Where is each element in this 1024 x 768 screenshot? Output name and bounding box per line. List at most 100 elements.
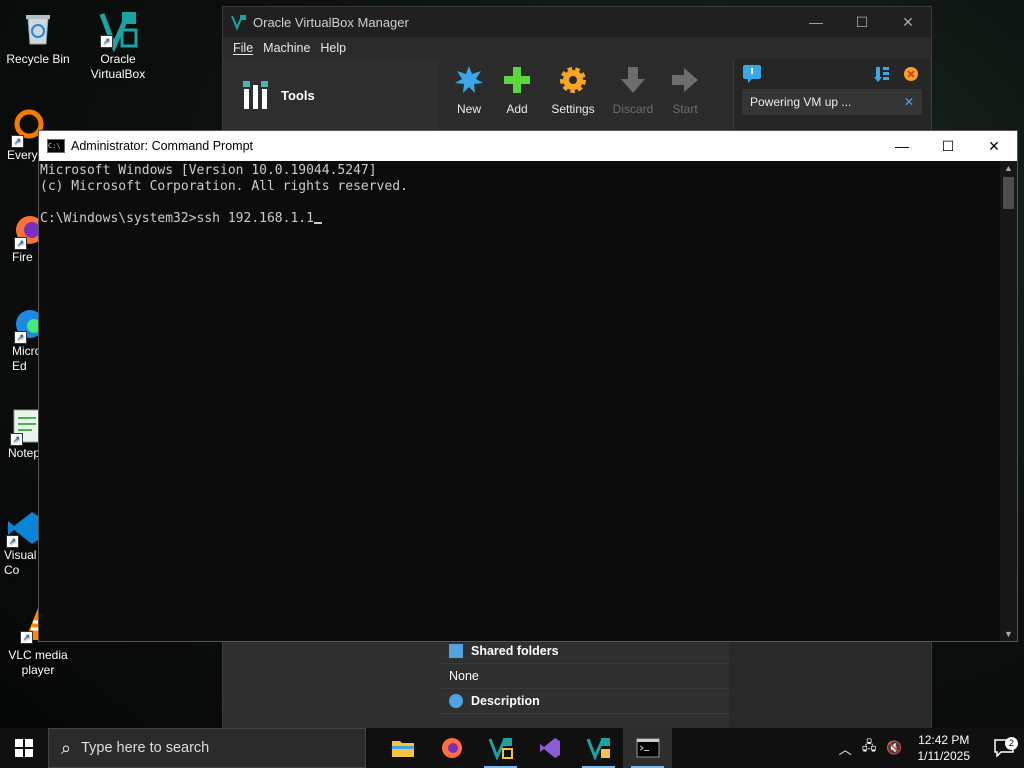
scroll-up-icon[interactable]: ▲ xyxy=(1000,163,1017,173)
new-starburst-icon xyxy=(455,66,483,93)
network-icon[interactable]: 🖧 xyxy=(862,737,877,759)
clock-time: 12:42 PM xyxy=(918,733,970,747)
text-cursor xyxy=(313,222,322,224)
start-button[interactable] xyxy=(0,728,48,768)
menubar: File Machine Help xyxy=(223,37,931,59)
console-output[interactable]: Microsoft Windows [Version 10.0.19044.52… xyxy=(39,161,1000,641)
shared-folders-value-row: None xyxy=(439,664,729,689)
virtualbox-vm-icon xyxy=(586,738,610,760)
windows-logo-icon xyxy=(15,739,33,757)
taskbar-search[interactable]: ⌕ Type here to search xyxy=(48,728,366,768)
add-label: Add xyxy=(506,102,528,116)
desktop-icon-label: VLC media player xyxy=(8,648,68,677)
folder-icon xyxy=(449,644,463,658)
notification-bell-icon[interactable] xyxy=(742,64,762,84)
scroll-down-icon[interactable]: ▼ xyxy=(1000,629,1017,639)
window-title: Oracle VirtualBox Manager xyxy=(253,14,409,30)
shortcut-arrow-icon: ↗ xyxy=(11,135,24,148)
taskbar-apps xyxy=(378,728,672,768)
new-button[interactable]: New xyxy=(445,59,493,131)
notification-center: Powering VM up ... ✕ xyxy=(733,59,930,131)
description-label: Description xyxy=(471,694,540,708)
settings-button[interactable]: Settings xyxy=(541,59,605,131)
taskbar-command-prompt[interactable] xyxy=(623,728,672,768)
taskbar-virtualbox[interactable] xyxy=(476,728,525,768)
discard-button[interactable]: Discard xyxy=(605,59,661,131)
visual-studio-icon xyxy=(539,738,560,758)
menu-machine[interactable]: Machine xyxy=(263,41,310,55)
taskbar-firefox[interactable] xyxy=(427,728,476,768)
vertical-scrollbar[interactable]: ▲ ▼ xyxy=(1000,161,1017,641)
new-label: New xyxy=(456,102,481,116)
shortcut-arrow-icon: ↗ xyxy=(20,631,33,644)
taskbar-virtualbox-vm[interactable] xyxy=(574,728,623,768)
cmd-titlebar[interactable]: C:\ Administrator: Command Prompt — ☐ ✕ xyxy=(39,131,1017,161)
shortcut-arrow-icon: ↗ xyxy=(6,535,19,548)
start-button[interactable]: Start xyxy=(661,59,709,131)
console-line: Microsoft Windows [Version 10.0.19044.52… xyxy=(40,163,377,178)
command-prompt-window[interactable]: C:\ Administrator: Command Prompt — ☐ ✕ … xyxy=(38,130,1018,642)
discard-arrow-down-icon xyxy=(621,67,645,93)
recycle-bin-icon xyxy=(18,8,58,48)
notification-text: Powering VM up ... xyxy=(750,95,852,109)
shortcut-arrow-icon: ↗ xyxy=(14,237,27,250)
shortcut-arrow-icon: ↗ xyxy=(100,35,113,48)
maximize-button[interactable]: ☐ xyxy=(925,138,971,155)
virtualbox-icon: ↗ xyxy=(98,8,138,53)
add-button[interactable]: Add xyxy=(493,59,541,131)
desktop-icon-recycle-bin[interactable]: Recycle Bin xyxy=(0,8,76,67)
settings-label: Settings xyxy=(551,102,595,116)
virtualbox-icon xyxy=(488,738,513,760)
shortcut-arrow-icon: ↗ xyxy=(14,331,27,344)
system-tray: ︿ 🖧 🔇 12:42 PM 1/11/2025 2 xyxy=(834,732,1024,764)
clear-notifications-icon[interactable] xyxy=(902,65,920,83)
notification-count-badge: 2 xyxy=(1005,737,1018,750)
virtualbox-titlebar[interactable]: Oracle VirtualBox Manager — ☐ ✕ xyxy=(223,7,931,37)
virtualbox-icon xyxy=(231,15,246,30)
taskbar: ⌕ Type here to search ︿ 🖧 🔇 12:42 PM 1/1… xyxy=(0,728,1024,768)
vbox-toolbar: New Add Settings Discard Start xyxy=(439,59,735,131)
shortcut-arrow-icon: ↗ xyxy=(10,433,23,446)
minimize-button[interactable]: — xyxy=(879,138,925,155)
maximize-button[interactable]: ☐ xyxy=(839,14,885,31)
description-header[interactable]: Description xyxy=(439,689,729,714)
gear-icon xyxy=(560,67,586,93)
close-button[interactable]: ✕ xyxy=(885,14,931,31)
scrollbar-thumb[interactable] xyxy=(1003,177,1014,209)
sort-icon[interactable] xyxy=(874,65,890,83)
command-prompt-icon: C:\ xyxy=(47,139,65,153)
search-icon: ⌕ xyxy=(61,737,72,758)
desktop-icon-label: Recycle Bin xyxy=(6,52,70,66)
taskbar-file-explorer[interactable] xyxy=(378,728,427,768)
close-notification-icon[interactable]: ✕ xyxy=(904,95,914,109)
cmd-window-title: Administrator: Command Prompt xyxy=(71,139,254,153)
show-hidden-icons-chevron-up-icon[interactable]: ︿ xyxy=(839,739,852,758)
clock-date: 1/11/2025 xyxy=(917,749,971,763)
details-panel: Shared folders None Description xyxy=(439,635,729,729)
taskbar-visual-studio[interactable] xyxy=(525,728,574,768)
tools-item[interactable]: Tools xyxy=(223,59,439,131)
console-prompt-line: C:\Windows\system32>ssh 192.168.1.1 xyxy=(40,211,314,226)
command-prompt-icon xyxy=(636,738,659,758)
minimize-button[interactable]: — xyxy=(793,14,839,31)
tools-label: Tools xyxy=(281,87,315,103)
desktop-icon-oracle-virtualbox[interactable]: ↗ Oracle VirtualBox xyxy=(80,8,156,82)
add-plus-icon xyxy=(504,67,530,93)
action-center-button[interactable]: 2 xyxy=(984,737,1024,757)
close-button[interactable]: ✕ xyxy=(971,138,1017,155)
search-placeholder: Type here to search xyxy=(81,740,210,756)
discard-label: Discard xyxy=(612,102,654,116)
console-line: ​ xyxy=(40,195,1000,211)
start-label: Start xyxy=(672,102,698,116)
shared-folders-value: None xyxy=(449,669,479,683)
clock[interactable]: 12:42 PM 1/11/2025 xyxy=(918,732,971,764)
shared-folders-header[interactable]: Shared folders xyxy=(439,639,729,664)
tools-icon xyxy=(243,81,268,109)
menu-help[interactable]: Help xyxy=(320,41,346,55)
volume-muted-icon[interactable]: 🔇 xyxy=(886,740,902,756)
shared-folders-label: Shared folders xyxy=(471,644,559,658)
description-icon xyxy=(449,694,463,708)
desktop-icon-label: Oracle VirtualBox xyxy=(90,52,146,81)
console-line: (c) Microsoft Corporation. All rights re… xyxy=(40,179,408,194)
menu-file[interactable]: File xyxy=(233,41,253,55)
